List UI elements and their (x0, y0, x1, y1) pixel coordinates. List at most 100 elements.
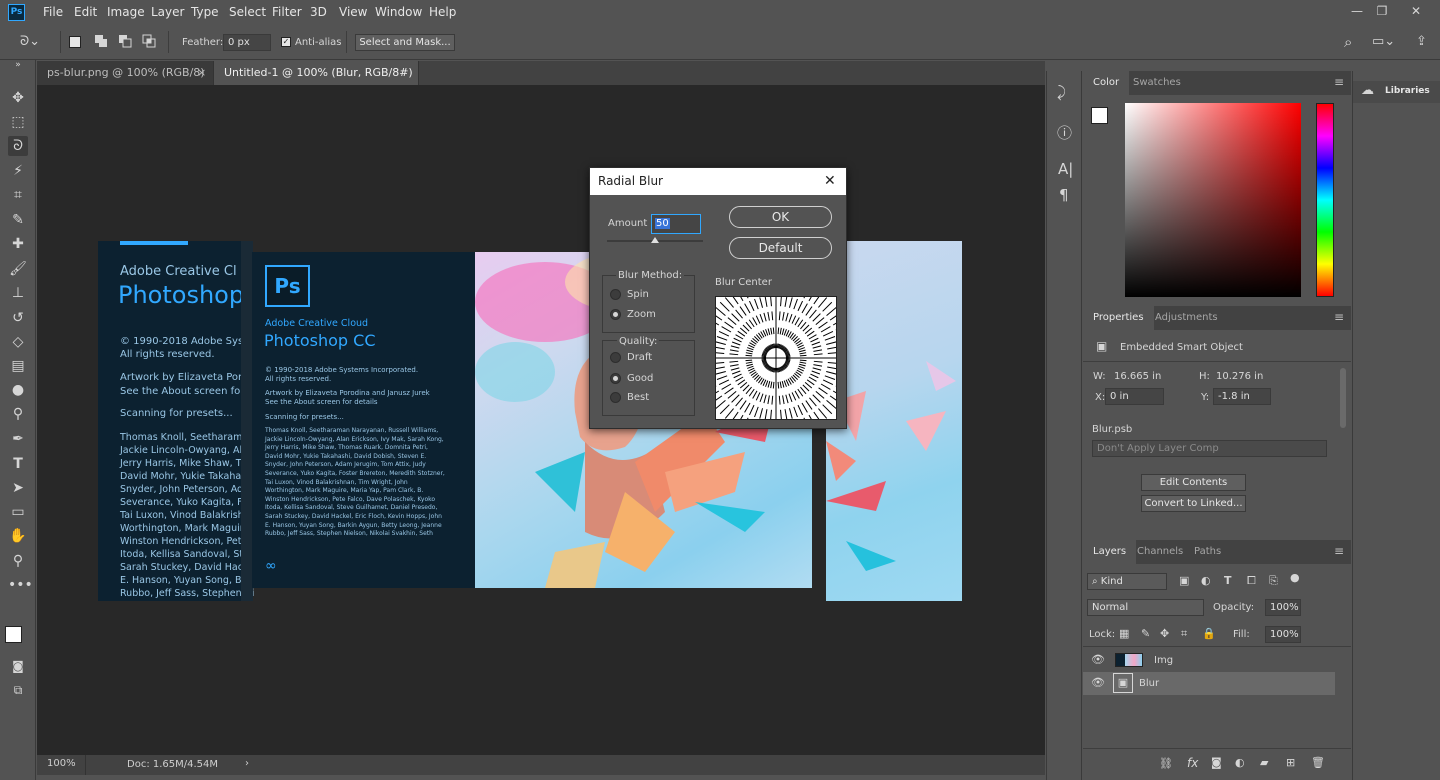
type-tool-icon[interactable]: T (8, 454, 28, 474)
edit-contents-button[interactable]: Edit Contents (1141, 474, 1246, 491)
panel-menu-icon[interactable]: ≡ (1334, 75, 1344, 89)
amount-slider-thumb[interactable] (651, 237, 659, 243)
antialias-checkbox[interactable]: ✓ (281, 37, 291, 47)
blur-center-preview[interactable] (715, 296, 837, 420)
layer-filter-kind[interactable]: ⌕ Kind (1087, 573, 1167, 590)
select-and-mask-button[interactable]: Select and Mask... (355, 34, 455, 51)
close-window-icon[interactable]: ✕ (1406, 2, 1426, 20)
tab-properties[interactable]: Properties (1083, 306, 1154, 330)
layer-row[interactable]: 👁 Img (1083, 649, 1335, 672)
stamp-tool-icon[interactable]: ⊥ (8, 283, 28, 303)
fx-icon[interactable]: fx (1187, 756, 1198, 770)
dodge-tool-icon[interactable]: ⚲ (8, 404, 28, 424)
fill-input[interactable]: 100% (1265, 626, 1301, 643)
lock-pixels-icon[interactable]: ✎ (1141, 627, 1150, 640)
menu-image[interactable]: Image (107, 5, 145, 19)
screen-mode-icon[interactable]: ⧉ (8, 680, 28, 700)
blend-mode-select[interactable]: Normal (1087, 599, 1204, 616)
healing-brush-icon[interactable]: ✚ (8, 234, 28, 254)
search-icon[interactable]: ⌕ (1344, 33, 1352, 51)
opacity-input[interactable]: 100% (1265, 599, 1301, 616)
visibility-eye-icon[interactable]: 👁 (1091, 653, 1105, 666)
menu-filter[interactable]: Filter (272, 5, 302, 19)
trash-icon[interactable]: 🗑 (1311, 756, 1325, 769)
libraries-button[interactable]: ☁ Libraries (1353, 81, 1440, 103)
subtract-selection-icon[interactable] (118, 34, 132, 48)
history-panel-icon[interactable]: ⤸ (1057, 83, 1066, 101)
y-input[interactable]: -1.8 in (1213, 388, 1271, 405)
menu-3d[interactable]: 3D (310, 5, 327, 19)
history-brush-icon[interactable]: ↺ (8, 308, 28, 328)
zoom-radio[interactable] (610, 309, 621, 320)
best-radio[interactable] (610, 392, 621, 403)
shape-filter-icon[interactable]: ⧠ (1247, 574, 1256, 588)
color-foreground-swatch[interactable] (1091, 107, 1108, 124)
lock-all-icon[interactable]: 🔒 (1202, 627, 1216, 640)
marquee-tool-icon[interactable]: ⬚ (8, 112, 28, 132)
character-panel-icon[interactable]: A| (1058, 160, 1073, 178)
menu-view[interactable]: View (339, 5, 367, 19)
info-panel-icon[interactable]: ⓘ (1057, 122, 1072, 143)
add-selection-icon[interactable] (94, 34, 108, 48)
tab-untitled-1[interactable]: Untitled-1 @ 100% (Blur, RGB/8#) * × (214, 61, 419, 103)
gradient-tool-icon[interactable]: ▤ (8, 356, 28, 376)
menu-layer[interactable]: Layer (151, 5, 184, 19)
adjustment-filter-icon[interactable]: ◐ (1201, 574, 1211, 587)
smart-object-filter-icon[interactable]: ⎘ (1269, 574, 1278, 588)
eyedropper-tool-icon[interactable]: ✎ (8, 210, 28, 230)
type-filter-icon[interactable]: T (1224, 574, 1232, 587)
menu-select[interactable]: Select (229, 5, 266, 19)
new-layer-icon[interactable]: ⊞ (1286, 756, 1295, 769)
convert-to-linked-button[interactable]: Convert to Linked... (1141, 495, 1246, 512)
paragraph-panel-icon[interactable]: ¶ (1059, 186, 1069, 204)
draft-radio[interactable] (610, 352, 621, 363)
eraser-tool-icon[interactable]: ◇ (8, 332, 28, 352)
crop-tool-icon[interactable]: ⌗ (8, 185, 28, 205)
tab-close-icon[interactable]: × (197, 61, 206, 85)
w-value[interactable]: 16.665 in (1114, 371, 1161, 382)
layer-row[interactable]: 👁 ▣ Blur (1083, 672, 1335, 695)
quick-mask-icon[interactable]: ◙ (8, 656, 28, 676)
workspace-icon[interactable]: ▭⌄ (1372, 34, 1395, 49)
tab-swatches[interactable]: Swatches (1123, 71, 1191, 95)
blur-tool-icon[interactable]: ● (8, 380, 28, 400)
pixel-filter-icon[interactable]: ▣ (1179, 574, 1189, 587)
dialog-close-icon[interactable]: ✕ (824, 168, 836, 195)
link-layers-icon[interactable]: ⛓ (1159, 757, 1173, 770)
ok-button[interactable]: OK (729, 206, 832, 228)
rectangle-tool-icon[interactable]: ▭ (8, 502, 28, 522)
properties-scrollbar[interactable] (1340, 368, 1346, 428)
hue-slider[interactable] (1316, 103, 1334, 297)
zoom-level[interactable]: 100% (47, 758, 76, 769)
quick-select-tool-icon[interactable]: ⚡ (8, 161, 28, 181)
feather-input[interactable]: 0 px (223, 34, 271, 51)
collapse-icon[interactable]: » (8, 60, 28, 70)
minimize-icon[interactable]: — (1347, 2, 1367, 20)
intersect-selection-icon[interactable] (142, 34, 156, 48)
more-tools-icon[interactable]: ••• (8, 575, 33, 595)
amount-input[interactable]: 50 (651, 214, 701, 234)
layer-comp-select[interactable]: Don't Apply Layer Comp (1092, 440, 1327, 457)
move-tool-icon[interactable]: ✥ (8, 88, 28, 108)
lasso-preset-icon[interactable]: ᘐ⌄ (20, 34, 46, 50)
brush-tool-icon[interactable]: 🖌 (8, 259, 28, 279)
zoom-tool-icon[interactable]: ⚲ (8, 551, 28, 571)
menu-type[interactable]: Type (191, 5, 219, 19)
visibility-eye-icon[interactable]: 👁 (1091, 676, 1105, 689)
good-radio[interactable] (610, 373, 621, 384)
lasso-tool-icon[interactable]: ᘐ (8, 136, 28, 156)
x-input[interactable]: 0 in (1105, 388, 1164, 405)
color-field[interactable] (1125, 103, 1301, 297)
lock-artboard-icon[interactable]: ⌗ (1181, 627, 1187, 641)
tab-paths[interactable]: Paths (1184, 540, 1231, 564)
group-folder-icon[interactable]: ▰ (1260, 756, 1268, 769)
foreground-color-swatch[interactable] (5, 626, 22, 643)
hand-tool-icon[interactable]: ✋ (8, 526, 28, 546)
tab-ps-blur[interactable]: ps-blur.png @ 100% (RGB/8) × (37, 61, 214, 85)
lock-position-icon[interactable]: ✥ (1160, 627, 1169, 640)
share-icon[interactable]: ⇪ (1416, 34, 1427, 49)
lock-transparency-icon[interactable]: ▦ (1119, 627, 1129, 640)
filter-toggle-icon[interactable]: ● (1290, 571, 1300, 584)
pen-tool-icon[interactable]: ✒ (8, 429, 28, 449)
status-menu-arrow[interactable]: › (245, 758, 249, 769)
